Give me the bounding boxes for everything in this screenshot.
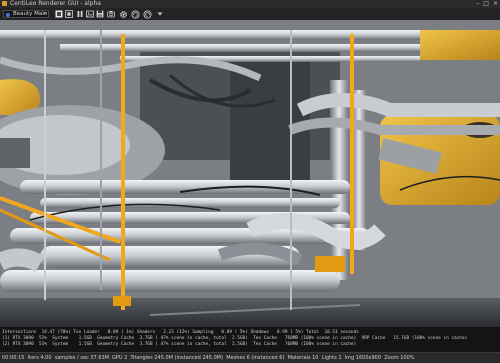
render-start-button[interactable]	[55, 10, 63, 18]
chevron-down-icon: ▾	[43, 11, 46, 17]
pass-color-icon	[6, 12, 10, 17]
stats-gpu1-line: (1) RTX 3090 51% System 1.5GB Geometry C…	[2, 336, 468, 341]
render-stop-icon	[65, 10, 73, 18]
orbit-left-button[interactable]	[131, 10, 140, 19]
render-stop-button[interactable]	[65, 10, 73, 18]
image-view-button[interactable]	[86, 10, 94, 18]
settings-gear-icon	[120, 11, 127, 18]
camera-icon	[107, 10, 115, 18]
minimize-button[interactable]: –	[476, 0, 479, 8]
camera-button[interactable]	[107, 10, 115, 18]
rotate-ccw-icon	[131, 10, 140, 19]
stats-timing-line: Intersections 14.47 (78%) Tex Loader 0.0…	[2, 330, 359, 335]
window-controls: – □ ×	[476, 0, 498, 8]
image-icon	[86, 10, 94, 18]
window-title: CentiLeo Renderer GUI - alpha	[10, 0, 101, 7]
close-button[interactable]: ×	[493, 0, 498, 8]
render-statistics-panel: Intersections 14.47 (78%) Tex Loader 0.0…	[0, 326, 500, 353]
app-logo-icon	[2, 1, 7, 6]
rotate-cw-icon	[143, 10, 152, 19]
settings-button[interactable]	[119, 10, 127, 18]
pause-button[interactable]	[76, 10, 84, 18]
save-image-button[interactable]	[96, 10, 104, 18]
maximize-button[interactable]: □	[483, 0, 489, 8]
orbit-right-button[interactable]	[143, 10, 152, 19]
render-viewport[interactable]	[0, 20, 500, 326]
stats-gpu2-line: (2) RTX 3090 51% System 1.5GB Geometry C…	[2, 342, 357, 347]
render-pass-select[interactable]: Beauty Main ▾	[3, 10, 49, 18]
render-start-icon	[55, 10, 63, 18]
status-bar: 00:00:15 Iters 4.00 samples / sec 37.63M…	[0, 352, 500, 363]
pause-icon	[77, 11, 83, 17]
rendered-scene-image	[0, 20, 500, 326]
save-icon	[96, 10, 104, 18]
dropdown-icon	[157, 12, 163, 16]
render-pass-value: Beauty Main	[13, 11, 48, 17]
options-dropdown-button[interactable]	[156, 10, 164, 18]
